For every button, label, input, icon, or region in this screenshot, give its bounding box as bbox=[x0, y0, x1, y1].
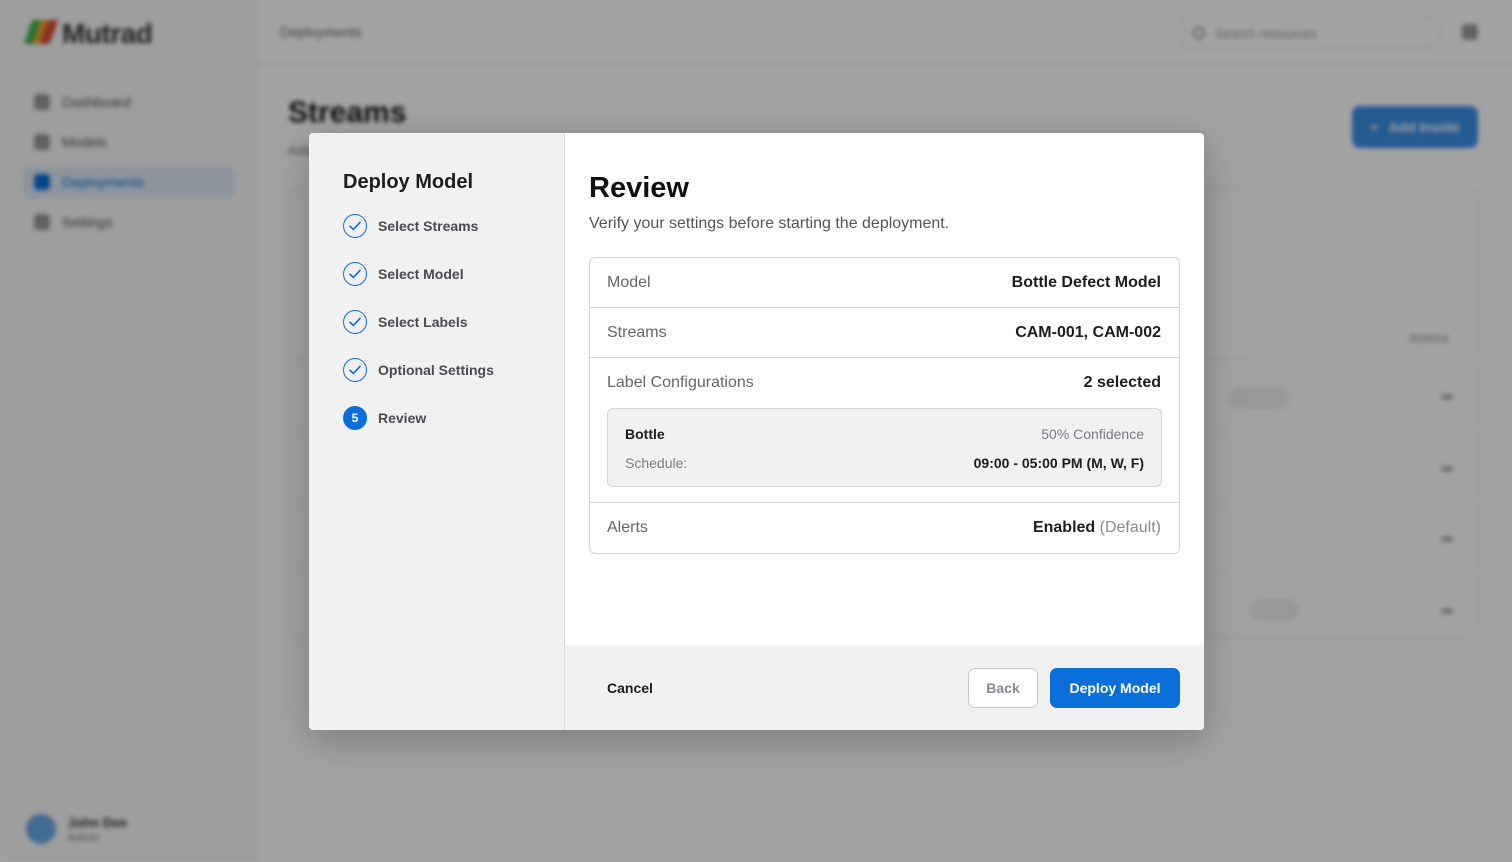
cancel-button[interactable]: Cancel bbox=[607, 680, 653, 696]
back-button[interactable]: Back bbox=[968, 667, 1038, 708]
summary-row-model: Model Bottle Defect Model bbox=[590, 258, 1179, 308]
label-name: Bottle bbox=[625, 426, 665, 442]
summary-key: Model bbox=[607, 273, 651, 291]
summary-key: Alerts bbox=[607, 519, 648, 536]
step-select-labels[interactable]: Select Labels bbox=[343, 310, 564, 334]
review-title: Review bbox=[589, 172, 689, 204]
dialog-footer: Cancel Back Deploy Model bbox=[565, 645, 1204, 730]
label-config-card: Bottle 50% Confidence Schedule: 09:00 - … bbox=[607, 408, 1162, 487]
check-icon bbox=[343, 214, 367, 238]
summary-row-labels: Label Configurations 2 selected Bottle 5… bbox=[590, 358, 1179, 503]
label-confidence: 50% Confidence bbox=[1041, 426, 1144, 442]
step-select-model[interactable]: Select Model bbox=[343, 262, 564, 286]
deploy-model-dialog: Deploy Model Select Streams Select Model… bbox=[309, 133, 1204, 730]
step-number-badge: 5 bbox=[343, 406, 367, 430]
step-review[interactable]: 5 Review bbox=[343, 406, 564, 430]
check-icon bbox=[343, 310, 367, 334]
summary-row-alerts: Alerts Enabled (Default) bbox=[590, 503, 1179, 553]
summary-value: CAM-001, CAM-002 bbox=[1015, 323, 1161, 341]
summary-value: 2 selected bbox=[1083, 374, 1161, 391]
deploy-model-button[interactable]: Deploy Model bbox=[1050, 667, 1180, 708]
step-optional-settings[interactable]: Optional Settings bbox=[343, 358, 564, 382]
alerts-status: Enabled bbox=[1032, 519, 1096, 536]
summary-value: Enabled (Default) bbox=[1033, 519, 1161, 537]
step-label: Optional Settings bbox=[378, 362, 494, 378]
step-label: Review bbox=[378, 410, 427, 426]
summary-row-streams: Streams CAM-001, CAM-002 bbox=[590, 308, 1179, 358]
summary-value: Bottle Defect Model bbox=[1011, 273, 1161, 291]
review-panel: Review Verify your settings before start… bbox=[565, 133, 1204, 730]
summary-key: Streams bbox=[607, 323, 667, 341]
step-label: Select Labels bbox=[378, 314, 468, 330]
wizard-title: Deploy Model bbox=[343, 171, 474, 193]
step-label: Select Streams bbox=[378, 218, 479, 234]
review-subtitle: Verify your settings before starting the… bbox=[589, 215, 950, 232]
summary-key: Label Configurations bbox=[607, 374, 754, 391]
step-label: Select Model bbox=[378, 266, 464, 282]
alerts-note: (Default) bbox=[1099, 519, 1161, 536]
schedule-value: 09:00 - 05:00 PM (M, W, F) bbox=[973, 455, 1144, 471]
check-icon bbox=[343, 262, 367, 286]
summary-row-labels-header: Label Configurations 2 selected bbox=[607, 358, 1162, 408]
schedule-key: Schedule: bbox=[625, 455, 688, 471]
deployment-summary: Model Bottle Defect Model Streams CAM-00… bbox=[589, 257, 1180, 554]
step-select-streams[interactable]: Select Streams bbox=[343, 214, 564, 238]
check-icon bbox=[343, 358, 367, 382]
wizard-steps-panel: Deploy Model Select Streams Select Model… bbox=[309, 133, 565, 730]
